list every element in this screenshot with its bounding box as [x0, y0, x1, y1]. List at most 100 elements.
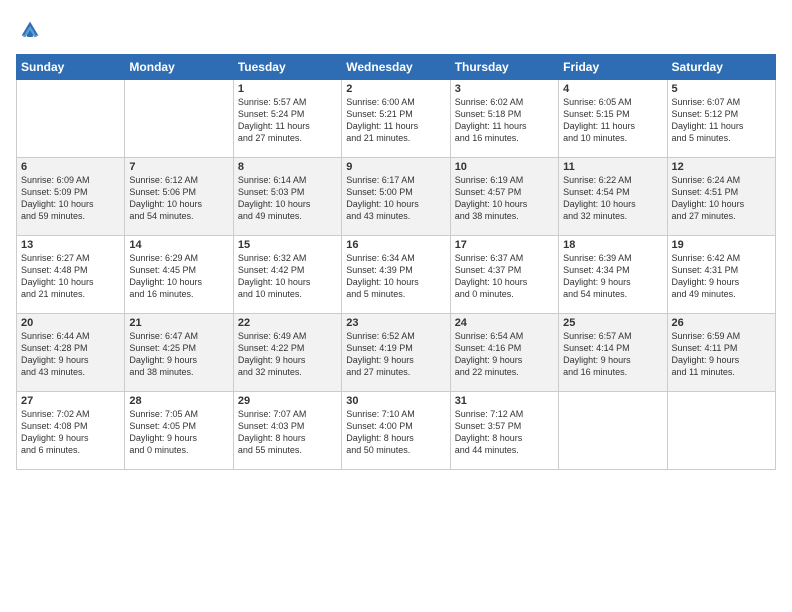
calendar-week-row: 27Sunrise: 7:02 AM Sunset: 4:08 PM Dayli…: [17, 392, 776, 470]
calendar-cell: 16Sunrise: 6:34 AM Sunset: 4:39 PM Dayli…: [342, 236, 450, 314]
calendar-cell: 22Sunrise: 6:49 AM Sunset: 4:22 PM Dayli…: [233, 314, 341, 392]
day-number: 10: [455, 161, 554, 173]
weekday-header-friday: Friday: [559, 55, 667, 80]
weekday-header-sunday: Sunday: [17, 55, 125, 80]
day-number: 30: [346, 395, 445, 407]
calendar-table: SundayMondayTuesdayWednesdayThursdayFrid…: [16, 54, 776, 470]
day-info: Sunrise: 7:02 AM Sunset: 4:08 PM Dayligh…: [21, 408, 120, 457]
calendar-cell: 9Sunrise: 6:17 AM Sunset: 5:00 PM Daylig…: [342, 158, 450, 236]
day-info: Sunrise: 6:22 AM Sunset: 4:54 PM Dayligh…: [563, 174, 662, 223]
calendar-cell: [559, 392, 667, 470]
day-info: Sunrise: 6:17 AM Sunset: 5:00 PM Dayligh…: [346, 174, 445, 223]
calendar-cell: 12Sunrise: 6:24 AM Sunset: 4:51 PM Dayli…: [667, 158, 775, 236]
calendar-week-row: 1Sunrise: 5:57 AM Sunset: 5:24 PM Daylig…: [17, 80, 776, 158]
calendar-cell: 20Sunrise: 6:44 AM Sunset: 4:28 PM Dayli…: [17, 314, 125, 392]
day-number: 23: [346, 317, 445, 329]
day-info: Sunrise: 7:12 AM Sunset: 3:57 PM Dayligh…: [455, 408, 554, 457]
weekday-header-monday: Monday: [125, 55, 233, 80]
calendar-cell: 8Sunrise: 6:14 AM Sunset: 5:03 PM Daylig…: [233, 158, 341, 236]
day-number: 2: [346, 83, 445, 95]
calendar-cell: [17, 80, 125, 158]
day-number: 29: [238, 395, 337, 407]
calendar-cell: 17Sunrise: 6:37 AM Sunset: 4:37 PM Dayli…: [450, 236, 558, 314]
day-info: Sunrise: 7:05 AM Sunset: 4:05 PM Dayligh…: [129, 408, 228, 457]
calendar-cell: 2Sunrise: 6:00 AM Sunset: 5:21 PM Daylig…: [342, 80, 450, 158]
calendar-cell: 30Sunrise: 7:10 AM Sunset: 4:00 PM Dayli…: [342, 392, 450, 470]
calendar-cell: 15Sunrise: 6:32 AM Sunset: 4:42 PM Dayli…: [233, 236, 341, 314]
calendar-cell: 29Sunrise: 7:07 AM Sunset: 4:03 PM Dayli…: [233, 392, 341, 470]
calendar-cell: 31Sunrise: 7:12 AM Sunset: 3:57 PM Dayli…: [450, 392, 558, 470]
weekday-header-saturday: Saturday: [667, 55, 775, 80]
day-number: 20: [21, 317, 120, 329]
day-number: 21: [129, 317, 228, 329]
day-info: Sunrise: 6:32 AM Sunset: 4:42 PM Dayligh…: [238, 252, 337, 301]
day-number: 26: [672, 317, 771, 329]
calendar-cell: 4Sunrise: 6:05 AM Sunset: 5:15 PM Daylig…: [559, 80, 667, 158]
day-number: 15: [238, 239, 337, 251]
day-info: Sunrise: 6:59 AM Sunset: 4:11 PM Dayligh…: [672, 330, 771, 379]
calendar-cell: 3Sunrise: 6:02 AM Sunset: 5:18 PM Daylig…: [450, 80, 558, 158]
day-info: Sunrise: 6:49 AM Sunset: 4:22 PM Dayligh…: [238, 330, 337, 379]
day-info: Sunrise: 6:07 AM Sunset: 5:12 PM Dayligh…: [672, 96, 771, 145]
calendar-cell: 6Sunrise: 6:09 AM Sunset: 5:09 PM Daylig…: [17, 158, 125, 236]
calendar-cell: 11Sunrise: 6:22 AM Sunset: 4:54 PM Dayli…: [559, 158, 667, 236]
day-number: 18: [563, 239, 662, 251]
calendar-cell: 7Sunrise: 6:12 AM Sunset: 5:06 PM Daylig…: [125, 158, 233, 236]
day-info: Sunrise: 6:44 AM Sunset: 4:28 PM Dayligh…: [21, 330, 120, 379]
day-number: 24: [455, 317, 554, 329]
calendar-cell: 21Sunrise: 6:47 AM Sunset: 4:25 PM Dayli…: [125, 314, 233, 392]
day-info: Sunrise: 6:02 AM Sunset: 5:18 PM Dayligh…: [455, 96, 554, 145]
calendar-week-row: 13Sunrise: 6:27 AM Sunset: 4:48 PM Dayli…: [17, 236, 776, 314]
day-info: Sunrise: 6:27 AM Sunset: 4:48 PM Dayligh…: [21, 252, 120, 301]
day-info: Sunrise: 6:37 AM Sunset: 4:37 PM Dayligh…: [455, 252, 554, 301]
logo-icon: [16, 16, 44, 44]
day-number: 25: [563, 317, 662, 329]
day-number: 12: [672, 161, 771, 173]
day-number: 13: [21, 239, 120, 251]
calendar-cell: 23Sunrise: 6:52 AM Sunset: 4:19 PM Dayli…: [342, 314, 450, 392]
day-number: 28: [129, 395, 228, 407]
day-info: Sunrise: 6:57 AM Sunset: 4:14 PM Dayligh…: [563, 330, 662, 379]
day-info: Sunrise: 6:09 AM Sunset: 5:09 PM Dayligh…: [21, 174, 120, 223]
day-number: 19: [672, 239, 771, 251]
day-info: Sunrise: 7:10 AM Sunset: 4:00 PM Dayligh…: [346, 408, 445, 457]
day-number: 8: [238, 161, 337, 173]
logo: [16, 16, 48, 44]
day-info: Sunrise: 6:34 AM Sunset: 4:39 PM Dayligh…: [346, 252, 445, 301]
calendar-cell: 5Sunrise: 6:07 AM Sunset: 5:12 PM Daylig…: [667, 80, 775, 158]
day-number: 14: [129, 239, 228, 251]
calendar-cell: 13Sunrise: 6:27 AM Sunset: 4:48 PM Dayli…: [17, 236, 125, 314]
day-number: 5: [672, 83, 771, 95]
day-info: Sunrise: 6:42 AM Sunset: 4:31 PM Dayligh…: [672, 252, 771, 301]
calendar-week-row: 20Sunrise: 6:44 AM Sunset: 4:28 PM Dayli…: [17, 314, 776, 392]
day-info: Sunrise: 6:14 AM Sunset: 5:03 PM Dayligh…: [238, 174, 337, 223]
day-info: Sunrise: 6:05 AM Sunset: 5:15 PM Dayligh…: [563, 96, 662, 145]
calendar-cell: 24Sunrise: 6:54 AM Sunset: 4:16 PM Dayli…: [450, 314, 558, 392]
day-number: 22: [238, 317, 337, 329]
day-number: 3: [455, 83, 554, 95]
day-info: Sunrise: 6:00 AM Sunset: 5:21 PM Dayligh…: [346, 96, 445, 145]
day-number: 7: [129, 161, 228, 173]
weekday-header-wednesday: Wednesday: [342, 55, 450, 80]
day-number: 16: [346, 239, 445, 251]
weekday-header-thursday: Thursday: [450, 55, 558, 80]
day-info: Sunrise: 6:19 AM Sunset: 4:57 PM Dayligh…: [455, 174, 554, 223]
calendar-cell: [667, 392, 775, 470]
calendar-cell: 19Sunrise: 6:42 AM Sunset: 4:31 PM Dayli…: [667, 236, 775, 314]
day-number: 11: [563, 161, 662, 173]
calendar-cell: 14Sunrise: 6:29 AM Sunset: 4:45 PM Dayli…: [125, 236, 233, 314]
calendar-cell: 27Sunrise: 7:02 AM Sunset: 4:08 PM Dayli…: [17, 392, 125, 470]
day-info: Sunrise: 6:47 AM Sunset: 4:25 PM Dayligh…: [129, 330, 228, 379]
weekday-header-tuesday: Tuesday: [233, 55, 341, 80]
day-info: Sunrise: 5:57 AM Sunset: 5:24 PM Dayligh…: [238, 96, 337, 145]
day-number: 1: [238, 83, 337, 95]
calendar-cell: 28Sunrise: 7:05 AM Sunset: 4:05 PM Dayli…: [125, 392, 233, 470]
calendar-cell: 1Sunrise: 5:57 AM Sunset: 5:24 PM Daylig…: [233, 80, 341, 158]
day-number: 31: [455, 395, 554, 407]
day-info: Sunrise: 6:39 AM Sunset: 4:34 PM Dayligh…: [563, 252, 662, 301]
day-info: Sunrise: 6:12 AM Sunset: 5:06 PM Dayligh…: [129, 174, 228, 223]
day-info: Sunrise: 6:24 AM Sunset: 4:51 PM Dayligh…: [672, 174, 771, 223]
calendar-header-row: SundayMondayTuesdayWednesdayThursdayFrid…: [17, 55, 776, 80]
day-number: 6: [21, 161, 120, 173]
day-info: Sunrise: 6:54 AM Sunset: 4:16 PM Dayligh…: [455, 330, 554, 379]
